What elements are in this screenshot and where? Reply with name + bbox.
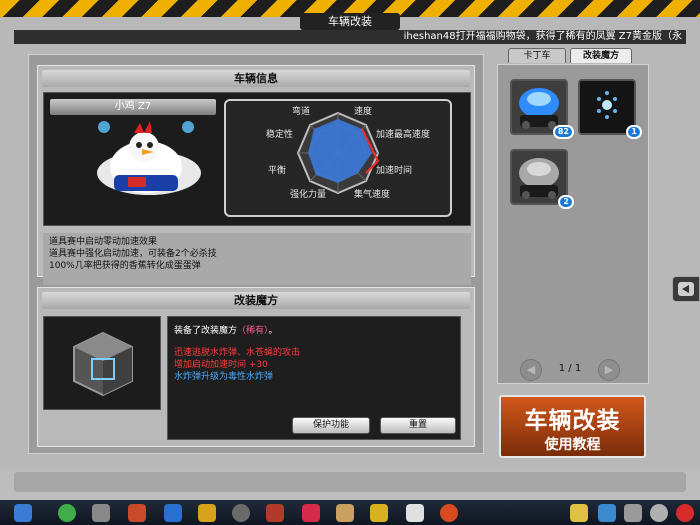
chicken-kart-image <box>97 121 201 195</box>
game-screen: 车辆改装 iheshan48打开福福购物袋，获得了稀有的凤翼 Z7黄金版（永 车… <box>0 0 700 525</box>
effect-water-bomb: 水炸弹升级为毒性水炸弹 <box>174 372 274 382</box>
radar-label-cornering: 弯道 <box>292 107 311 117</box>
modify-magic-section: 改装魔方 装备了改装魔方（稀有）。 迅速逃脱水炸弹、水苍蝇的攻击 增加启动加速时… <box>37 287 475 447</box>
tutorial-subtitle: 使用教程 <box>544 437 601 453</box>
radar-label-accel-time: 加速时间 <box>376 166 413 176</box>
desc-line: 道具赛中启动零动加速效果 <box>49 237 158 247</box>
car-name: 小鸡 Z7 <box>50 99 216 115</box>
radar-label-balance: 平衡 <box>268 166 287 176</box>
reset-button[interactable]: 重置 <box>380 417 456 434</box>
game-taskbar <box>0 500 700 525</box>
stats-radar-chart: 弯道 速度 稳定性 加速最高速度 平衡 加速时间 强化力量 集气速度 <box>224 99 452 217</box>
car-info-section: 车辆信息 小鸡 Z7 弯道 速度 稳定性 加速最高速度 平衡 加速时间 强化力量… <box>37 65 475 285</box>
book-icon[interactable] <box>406 504 424 522</box>
side-collapse-button[interactable] <box>672 276 700 302</box>
inventory-slot[interactable]: 1 <box>578 79 642 139</box>
equipped-name: （稀有） <box>237 326 269 336</box>
window-title: 车辆改装 <box>300 13 400 30</box>
friends-icon[interactable] <box>598 504 616 522</box>
radar-label-top-speed: 加速最高速度 <box>376 130 431 140</box>
radar-octagon <box>296 111 380 195</box>
radar-label-boost-power: 强化力量 <box>290 190 327 200</box>
equipped-text: 装备了改装魔方（稀有）。 <box>174 323 278 336</box>
item-count-badge: 82 <box>552 125 574 139</box>
desc-line: 100%几率把获得的香蕉转化成蛋蛋弹 <box>49 261 201 271</box>
inventory-panel: 82 1 2 ◀ 1 / 1 ▶ <box>497 64 649 384</box>
protect-button[interactable]: 保护功能 <box>292 417 370 434</box>
back-icon[interactable] <box>58 504 76 522</box>
inventory-pager: ◀ 1 / 1 ▶ <box>512 359 628 381</box>
gray-helmet-icon <box>519 158 559 199</box>
car-preview-panel: 小鸡 Z7 弯道 速度 稳定性 加速最高速度 平衡 加速时间 强化力量 集气速度 <box>43 92 471 226</box>
tool-icon[interactable] <box>336 504 354 522</box>
heart-icon[interactable] <box>302 504 320 522</box>
kart-icon[interactable] <box>128 504 146 522</box>
magic-effects-panel: 装备了改装魔方（稀有）。 迅速逃脱水炸弹、水苍蝇的攻击 增加启动加速时间 +30… <box>167 316 461 440</box>
tutorial-title: 车辆改装 <box>524 408 621 434</box>
mail-icon[interactable] <box>440 504 458 522</box>
radar-label-stability: 稳定性 <box>266 130 294 140</box>
radar-label-speed: 速度 <box>354 107 373 117</box>
equipped-suffix: 。 <box>268 326 278 336</box>
home-icon[interactable] <box>14 504 32 522</box>
tutorial-button[interactable]: 车辆改装 使用教程 <box>499 395 646 458</box>
wing-icon[interactable] <box>370 504 388 522</box>
item-count-badge: 1 <box>626 125 642 139</box>
left-panel: 车辆信息 小鸡 Z7 弯道 速度 稳定性 加速最高速度 平衡 加速时间 强化力量… <box>28 54 484 454</box>
next-page-button[interactable]: ▶ <box>598 359 620 381</box>
item-icon[interactable] <box>164 504 182 522</box>
footer-bar <box>14 472 686 492</box>
settings-icon[interactable] <box>624 504 642 522</box>
arrow-left-icon <box>678 282 694 296</box>
page-indicator: 1 / 1 <box>558 363 582 374</box>
inventory-slot[interactable]: 2 <box>510 149 574 209</box>
shop-cart-icon[interactable] <box>92 504 110 522</box>
note-icon[interactable] <box>570 504 588 522</box>
paint-icon[interactable] <box>266 504 284 522</box>
item-count-badge: 2 <box>558 195 574 209</box>
car-modify-window: 车辆改装 iheshan48打开福福购物袋，获得了稀有的凤翼 Z7黄金版（永 车… <box>0 0 700 500</box>
car-info-header: 车辆信息 <box>42 70 470 87</box>
magic-cube-preview <box>43 316 161 410</box>
magic-cube-icon <box>73 331 133 397</box>
car-description: 道具赛中启动零动加速效果 道具赛中强化启动加速，可装备2个必杀技 100%几率把… <box>43 233 471 285</box>
announcement-ticker: iheshan48打开福福购物袋，获得了稀有的凤翼 Z7黄金版（永 <box>14 30 686 44</box>
gear-icon[interactable] <box>232 504 250 522</box>
inventory-slot[interactable]: 82 <box>510 79 574 139</box>
radar-label-nitro-speed: 集气速度 <box>354 190 391 200</box>
sparkle-effect-icon <box>597 91 617 119</box>
tab-modify-magic[interactable]: 改装魔方 <box>570 48 632 63</box>
power-icon[interactable] <box>676 504 694 522</box>
search-icon[interactable] <box>650 504 668 522</box>
bag-icon[interactable] <box>198 504 216 522</box>
modify-magic-header: 改装魔方 <box>42 292 470 309</box>
tab-kart[interactable]: 卡丁车 <box>508 48 566 63</box>
desc-line: 道具赛中强化启动加速，可装备2个必杀技 <box>49 249 217 259</box>
equipped-prefix: 装备了改装魔方 <box>174 326 238 336</box>
prev-page-button[interactable]: ◀ <box>520 359 542 381</box>
